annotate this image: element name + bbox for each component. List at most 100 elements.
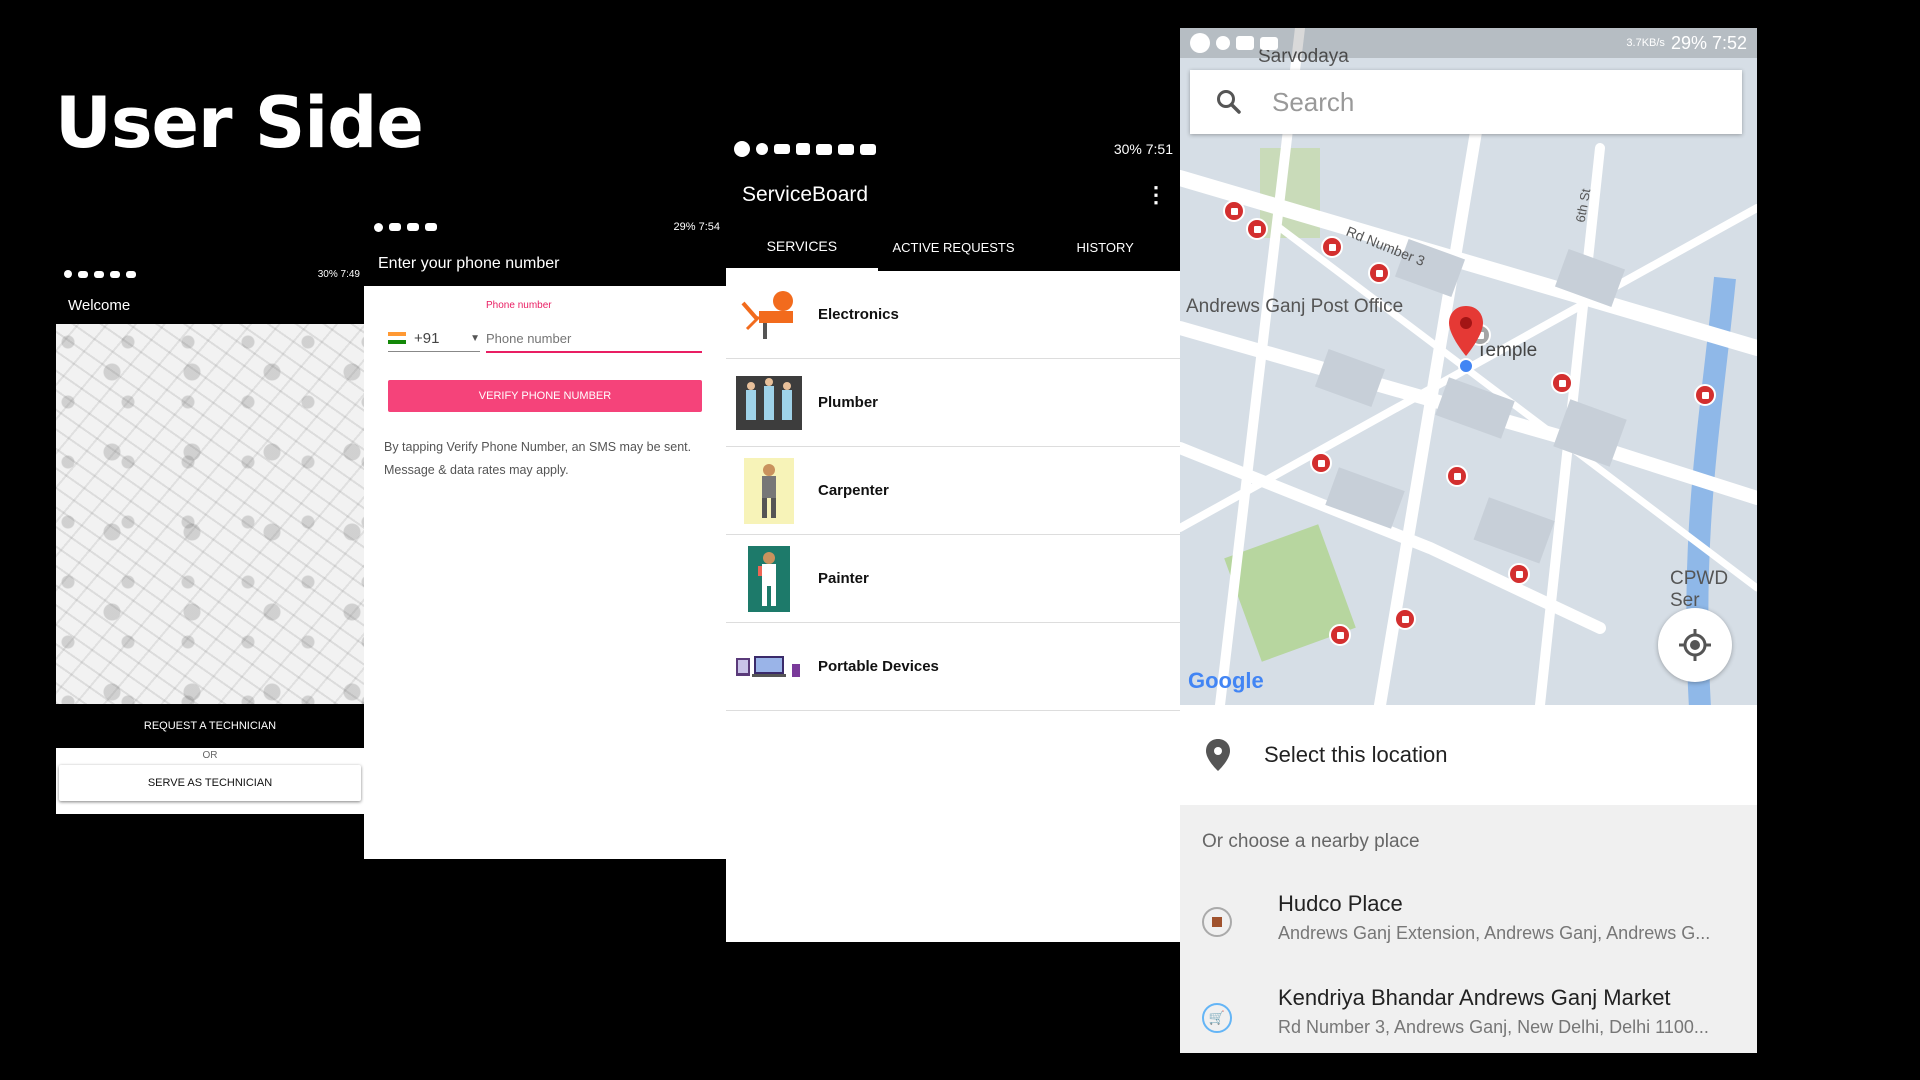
search-placeholder: Search <box>1272 86 1355 117</box>
phone-number-label: Phone number <box>486 300 552 311</box>
phone-verification-screen: 29% 7:54 Enter your phone number Phone n… <box>364 212 726 859</box>
youtube-icon <box>425 223 437 231</box>
chat-icon <box>734 141 750 157</box>
nearby-header: Or choose a nearby place <box>1202 831 1420 852</box>
service-label: Painter <box>818 570 869 587</box>
status-time: 30% 7:51 <box>1113 141 1173 157</box>
map-place-pin[interactable] <box>1508 563 1530 585</box>
notification-icon <box>774 144 790 154</box>
overflow-menu-icon[interactable]: ⋮ <box>1145 184 1167 206</box>
app-title: Welcome <box>68 296 131 314</box>
select-this-location-row[interactable]: Select this location <box>1180 705 1757 805</box>
service-item-electronics[interactable]: Electronics <box>726 271 1181 359</box>
notification-icon <box>78 270 88 278</box>
google-logo: Google <box>1188 668 1264 693</box>
map-place-pin[interactable] <box>1446 465 1468 487</box>
tab-history[interactable]: HISTORY <box>1029 223 1181 271</box>
image-icon <box>1236 36 1254 50</box>
youtube-icon <box>816 143 832 155</box>
india-flag-icon <box>388 332 406 344</box>
selected-location-marker-icon <box>1449 306 1483 374</box>
map-place-pin[interactable] <box>1223 200 1245 222</box>
service-label: Carpenter <box>818 482 889 499</box>
welcome-screen: 30% 7:49 Welcome REQUEST A TECHNICIAN OR… <box>56 262 364 814</box>
carpenter-icon <box>736 457 802 524</box>
map-place-pin[interactable] <box>1551 372 1573 394</box>
status-time: 30% 7:49 <box>317 268 360 280</box>
painter-icon <box>736 545 802 612</box>
youtube-icon <box>389 223 401 231</box>
service-item-plumber[interactable]: Plumber <box>726 359 1181 447</box>
map-place-pin[interactable] <box>1368 262 1390 284</box>
tools-pattern-image <box>56 324 364 704</box>
youtube-icon <box>94 270 104 278</box>
service-item-painter[interactable]: Painter <box>726 535 1181 623</box>
moon-icon <box>64 270 72 278</box>
service-item-carpenter[interactable]: Carpenter <box>726 447 1181 535</box>
dropdown-arrow-icon: ▼ <box>470 332 480 344</box>
status-bar: 30% 7:49 <box>56 262 364 286</box>
page-title: User Side <box>55 82 424 164</box>
tab-bar: SERVICES ACTIVE REQUESTS HISTORY <box>726 223 1181 271</box>
place-address: Andrews Ganj Extension, Andrews Ganj, An… <box>1278 923 1711 943</box>
phone-number-input[interactable] <box>486 325 702 353</box>
select-location-label: Select this location <box>1264 742 1448 767</box>
status-time: 29% 7:52 <box>1670 32 1747 53</box>
place-icon <box>1202 907 1232 937</box>
sms-disclaimer: By tapping Verify Phone Number, an SMS m… <box>384 440 692 477</box>
map-place-pin[interactable] <box>1694 384 1716 406</box>
moon-icon <box>374 222 383 232</box>
moon-icon <box>1216 36 1230 50</box>
search-icon <box>1217 90 1241 114</box>
map-place-pin[interactable] <box>1394 608 1416 630</box>
map-place-pin[interactable] <box>1321 236 1343 258</box>
nearby-places: Or choose a nearby place Hudco Place And… <box>1180 805 1757 1053</box>
status-bar: 30% 7:51 <box>726 131 1181 167</box>
tab-active-requests[interactable]: ACTIVE REQUESTS <box>878 223 1030 271</box>
youtube-icon <box>1260 36 1278 50</box>
serviceboard-screen: 30% 7:51 ServiceBoard ⋮ SERVICES ACTIVE … <box>726 131 1181 942</box>
map-label-cpwd: CPWD Ser <box>1670 568 1729 611</box>
status-bar: 29% 7:54 <box>364 212 726 242</box>
gps-crosshair-icon <box>1679 629 1711 661</box>
place-address: Rd Number 3, Andrews Ganj, New Delhi, De… <box>1278 1017 1709 1037</box>
moon-icon <box>756 143 768 155</box>
image-icon <box>796 143 810 155</box>
service-label: Electronics <box>818 306 899 323</box>
map-view[interactable]: Sarvodaya Andrews Ganj Post Office Templ… <box>1180 28 1757 705</box>
country-code-selector[interactable]: +91 ▼ <box>388 325 480 352</box>
my-location-button[interactable] <box>1658 608 1732 682</box>
electronics-icon <box>736 287 802 343</box>
tab-services[interactable]: SERVICES <box>726 223 878 271</box>
location-picker-screen: Sarvodaya Andrews Ganj Post Office Templ… <box>1180 28 1757 1053</box>
map-label-post-office: Andrews Ganj Post Office <box>1186 296 1404 317</box>
status-time: 29% 7:54 <box>673 221 720 233</box>
or-divider: OR <box>202 750 218 761</box>
service-label: Portable Devices <box>818 658 939 675</box>
network-speed: 3.7KB/s <box>1626 37 1665 49</box>
map-place-pin[interactable] <box>1310 452 1332 474</box>
verify-phone-button[interactable]: VERIFY PHONE NUMBER <box>388 380 702 412</box>
app-title: Enter your phone number <box>378 255 560 272</box>
service-item-portable-devices[interactable]: Portable Devices <box>726 623 1181 711</box>
youtube-icon <box>838 143 854 155</box>
request-technician-button[interactable]: REQUEST A TECHNICIAN <box>56 704 364 748</box>
place-name: Hudco Place <box>1278 891 1403 916</box>
country-code: +91 <box>414 329 440 347</box>
status-bar: 3.7KB/s 29% 7:52 <box>1180 28 1757 58</box>
map-place-pin[interactable] <box>1246 218 1268 240</box>
service-label: Plumber <box>818 394 879 411</box>
youtube-icon <box>407 223 419 231</box>
portable-devices-icon <box>736 639 802 695</box>
search-bar[interactable]: Search <box>1190 70 1742 134</box>
nearby-place-item[interactable]: 🛒 Kendriya Bhandar Andrews Ganj Market R… <box>1180 981 1757 1053</box>
shopping-cart-icon: 🛒 <box>1202 1003 1232 1033</box>
nearby-place-item[interactable]: Hudco Place Andrews Ganj Extension, Andr… <box>1180 883 1757 973</box>
plumber-icon <box>736 375 802 431</box>
app-title: ServiceBoard <box>742 183 869 206</box>
location-pin-icon <box>1206 739 1230 771</box>
chat-icon <box>1190 33 1210 53</box>
map-place-pin[interactable] <box>1329 624 1351 646</box>
serve-as-technician-button[interactable]: SERVE AS TECHNICIAN <box>59 765 361 801</box>
place-name: Kendriya Bhandar Andrews Ganj Market <box>1278 985 1671 1010</box>
